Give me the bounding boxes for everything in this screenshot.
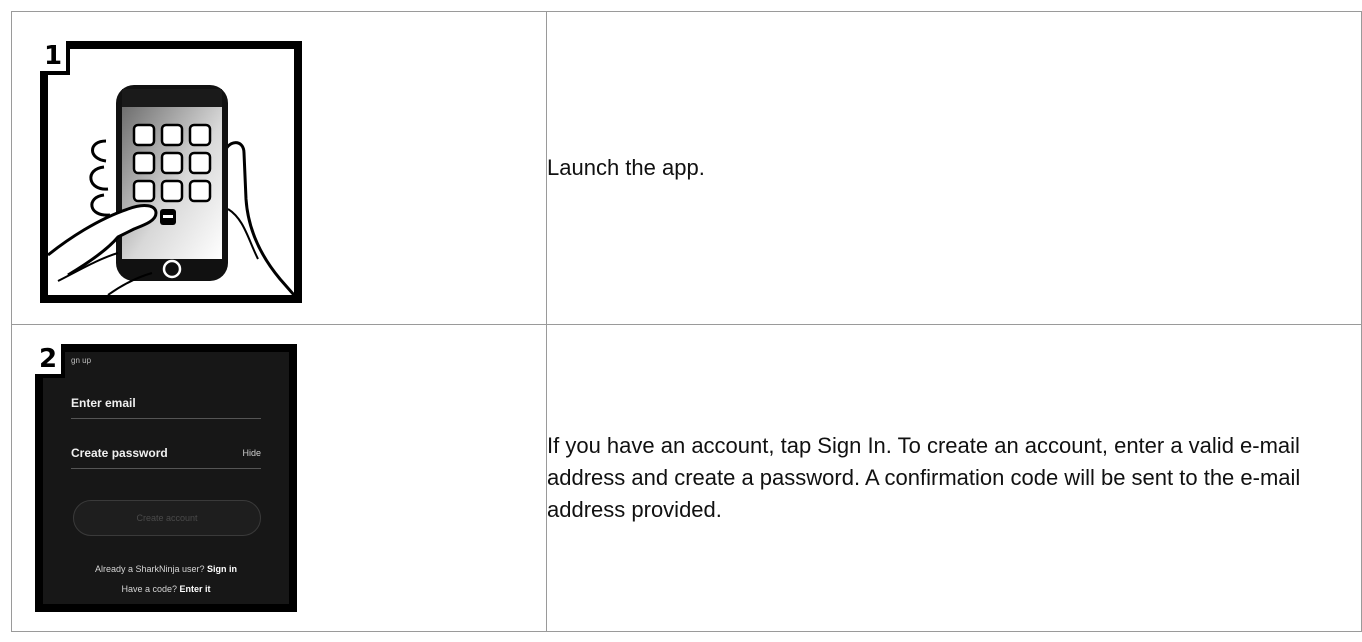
sign-in-link: Sign in: [207, 564, 238, 574]
create-account-button: Create account: [73, 500, 261, 536]
step-2-illustration: gn up Enter email Create password Hide C…: [35, 344, 297, 612]
step-2-image-cell: gn up Enter email Create password Hide C…: [11, 324, 547, 632]
have-code-text: Have a code?: [121, 584, 177, 594]
step-number-badge: 2: [35, 344, 65, 378]
code-prompt: Have a code? Enter it: [43, 584, 289, 594]
password-field-label: Create password: [71, 446, 168, 460]
signup-screen: gn up Enter email Create password Hide C…: [43, 352, 289, 604]
steps-table: 1 Launch the app. gn up Enter email Crea…: [11, 11, 1362, 632]
step-row-2: gn up Enter email Create password Hide C…: [11, 324, 1362, 632]
email-field-label: Enter email: [71, 396, 136, 410]
phone-in-hands-drawing: [48, 85, 294, 295]
password-field: Create password Hide: [71, 446, 261, 469]
enter-it-link: Enter it: [179, 584, 211, 594]
step-1-image-cell: 1: [11, 11, 547, 325]
sign-in-prompt: Already a SharkNinja user? Sign in: [43, 564, 289, 574]
hide-password-toggle: Hide: [242, 448, 261, 458]
step-1-illustration: 1: [40, 41, 302, 303]
phone-app-launch-icon: [48, 49, 294, 295]
already-user-text: Already a SharkNinja user?: [94, 564, 205, 574]
step-number-badge: 1: [40, 41, 70, 75]
email-field: Enter email: [71, 396, 261, 419]
signup-title: gn up: [71, 356, 92, 365]
step-2-text: If you have an account, tap Sign In. To …: [546, 324, 1362, 632]
step-row-1: 1 Launch the app.: [11, 11, 1362, 325]
step-1-text: Launch the app.: [546, 11, 1362, 325]
